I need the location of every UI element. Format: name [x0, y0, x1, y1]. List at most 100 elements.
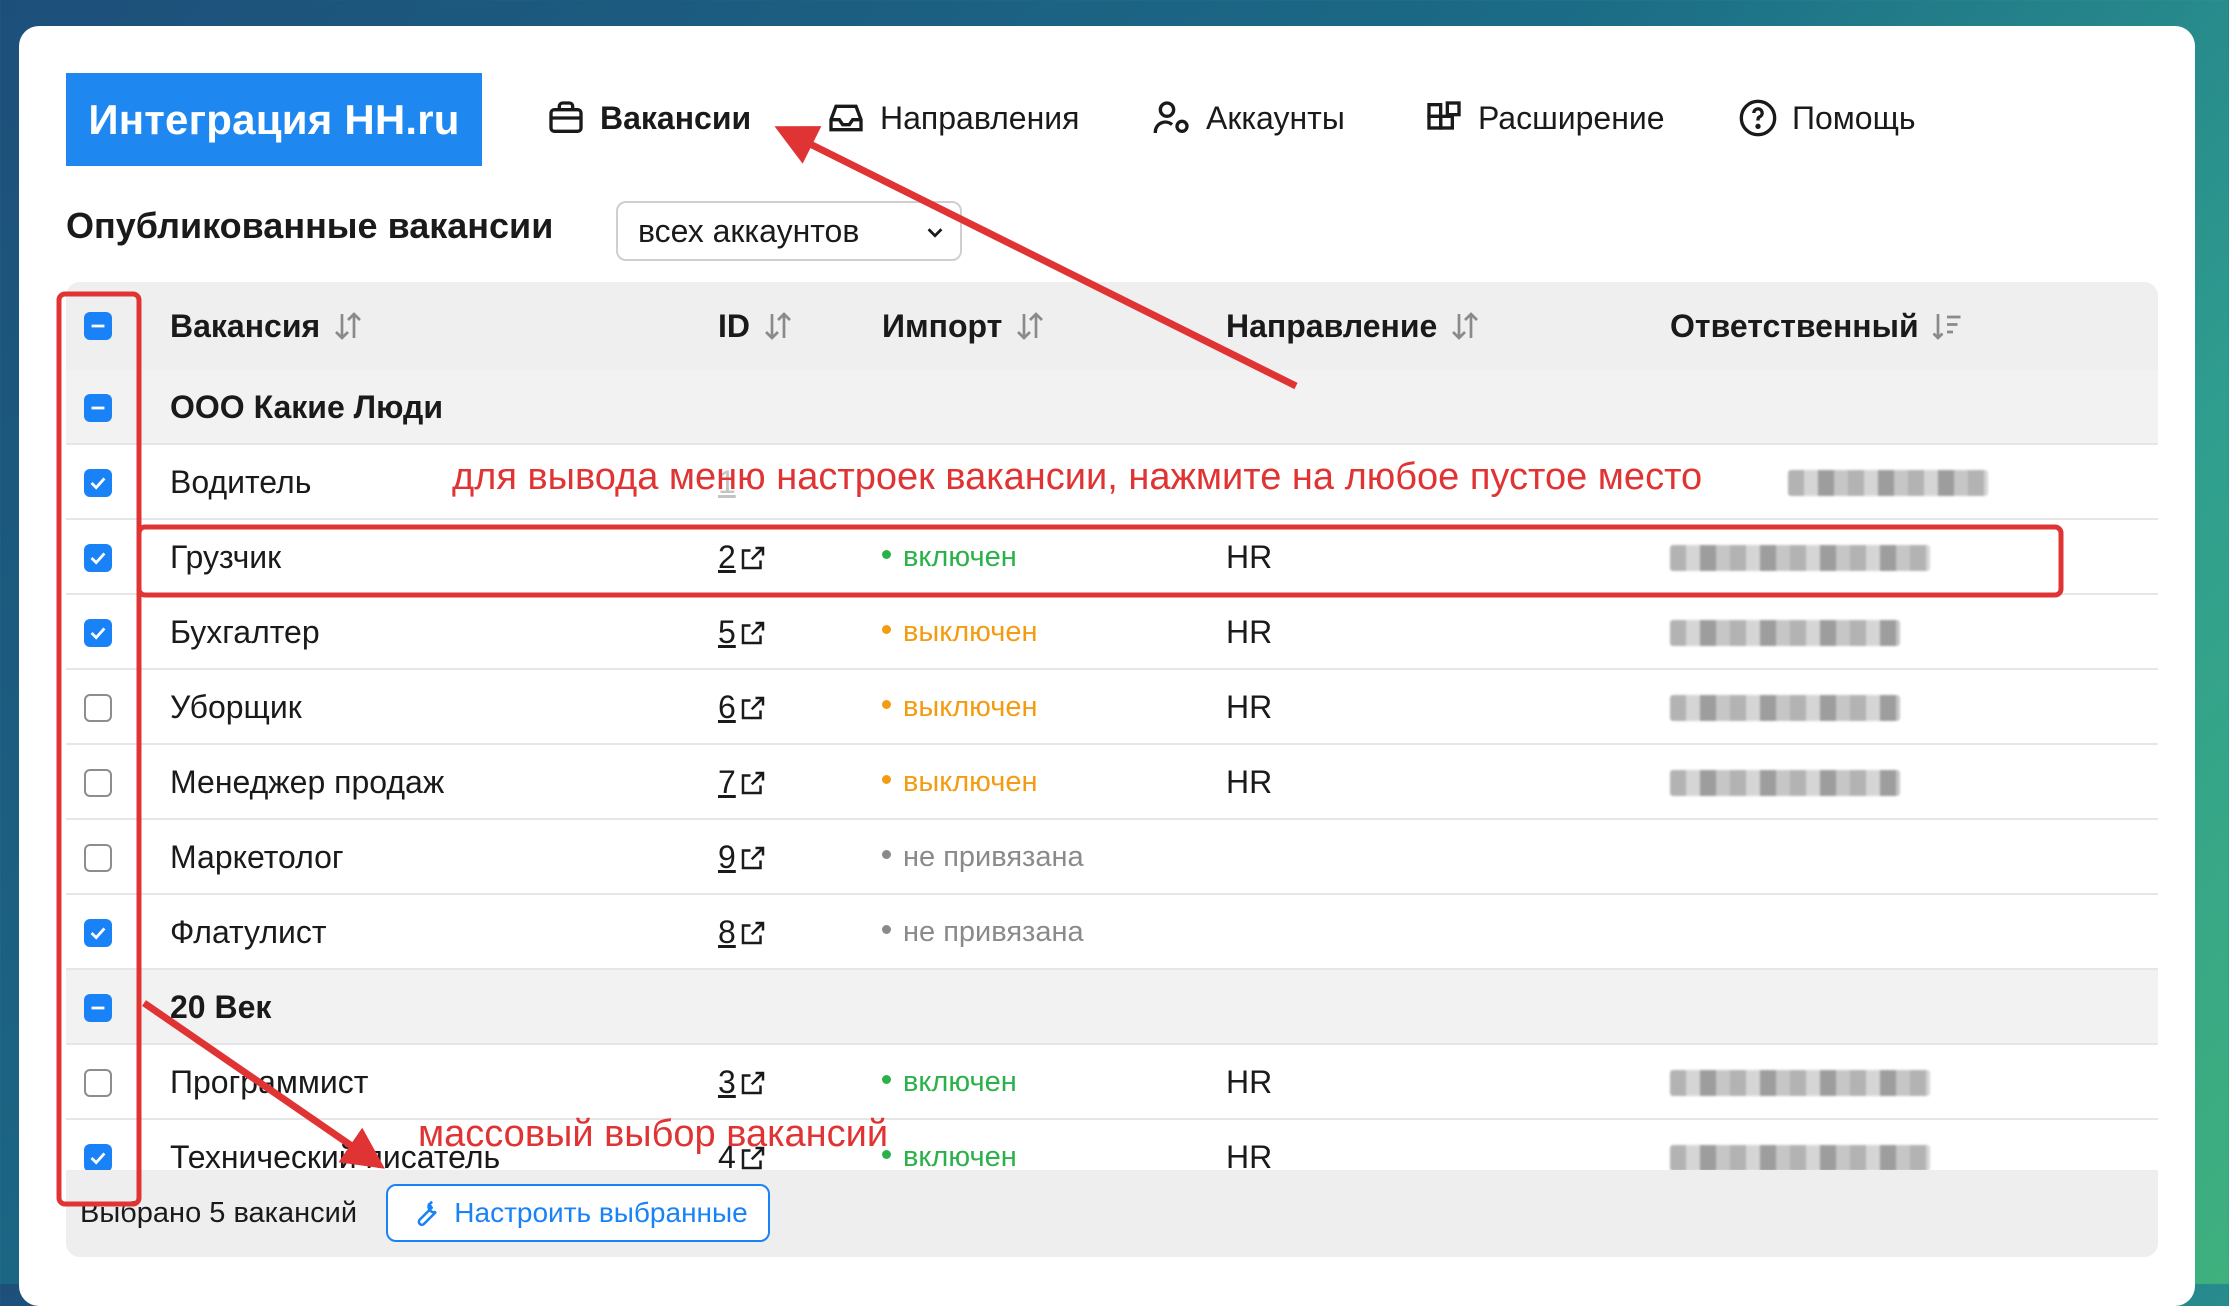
group-name: ООО Какие Люди: [170, 389, 443, 425]
responsible-redacted: [1670, 1070, 1930, 1096]
inbox-icon: [829, 104, 863, 132]
import-status: включен: [882, 1045, 1017, 1120]
vacancies-table: Вакансия ID Импорт Направление Ответстве…: [66, 282, 2158, 1257]
vacancy-id: 9: [718, 839, 736, 875]
row-checkbox[interactable]: [84, 694, 112, 722]
nav-vacancies[interactable]: Вакансии: [546, 88, 751, 148]
table-row[interactable]: Маркетолог 9 не привязана: [66, 820, 2158, 895]
column-header-id[interactable]: ID: [718, 282, 796, 370]
vacancy-id-link[interactable]: 2: [718, 520, 768, 595]
configure-selected-label: Настроить выбранные: [454, 1197, 748, 1228]
chevron-down-icon: [927, 228, 943, 238]
external-link-icon: [741, 696, 765, 719]
nav-accounts[interactable]: Аккаунты: [1152, 88, 1345, 148]
vacancy-id: 6: [718, 689, 736, 725]
check-icon: [90, 552, 106, 565]
vacancy-id-link[interactable]: 6: [718, 670, 768, 745]
page-title: Опубликованные вакансии: [66, 205, 554, 246]
row-checkbox[interactable]: [84, 1069, 112, 1097]
row-checkbox[interactable]: [84, 1144, 112, 1170]
vacancy-id: 5: [718, 614, 736, 650]
direction-value: HR: [1226, 614, 1273, 650]
configure-selected-button[interactable]: Настроить выбранные: [386, 1184, 770, 1242]
row-checkbox[interactable]: [84, 469, 112, 497]
sort-icon: [335, 312, 362, 340]
external-link-icon: [741, 546, 765, 569]
vacancy-id: 2: [718, 539, 736, 575]
row-checkbox[interactable]: [84, 919, 112, 947]
external-link-icon: [741, 621, 765, 644]
sort-desc-icon: [1932, 314, 1961, 340]
vacancy-name: Грузчик: [170, 539, 282, 575]
table-row[interactable]: Бухгалтер 5 выключен HR: [66, 595, 2158, 670]
direction-value: HR: [1226, 689, 1273, 725]
row-checkbox[interactable]: [84, 619, 112, 647]
responsible-redacted: [1670, 545, 1930, 571]
nav-directions[interactable]: Направления: [826, 88, 1079, 148]
vacancy-id: 3: [718, 1064, 736, 1100]
row-checkbox[interactable]: [84, 769, 112, 797]
vacancy-id-link[interactable]: 9: [718, 820, 768, 895]
nav-extension[interactable]: Расширение: [1424, 88, 1665, 148]
table-row[interactable]: Менеджер продаж 7 выключен HR: [66, 745, 2158, 820]
brand-logo[interactable]: Интеграция HH.ru: [66, 73, 482, 166]
table-header: Вакансия ID Импорт Направление Ответстве…: [66, 282, 2158, 370]
column-header-responsible[interactable]: Ответственный: [1670, 282, 1965, 370]
column-vacancy-label: Вакансия: [170, 307, 321, 344]
sort-icon: [1017, 312, 1044, 340]
import-status: не привязана: [882, 820, 1084, 895]
group-checkbox[interactable]: [84, 394, 112, 422]
group-row[interactable]: ООО Какие Люди: [66, 370, 2158, 445]
check-icon: [90, 477, 106, 490]
external-link-icon: [741, 846, 765, 869]
table-row[interactable]: Технический писатель 4 включен HR: [66, 1120, 2158, 1170]
vacancy-id-link[interactable]: 3: [718, 1045, 768, 1120]
column-id-label: ID: [718, 307, 750, 344]
column-responsible-label: Ответственный: [1670, 307, 1919, 344]
check-icon: [90, 927, 106, 940]
vacancy-name: Уборщик: [170, 689, 302, 725]
vacancy-name: Флатулист: [170, 914, 327, 950]
vacancy-name: Маркетолог: [170, 839, 344, 875]
minus-icon: [91, 406, 105, 410]
table-row[interactable]: Флатулист 8 не привязана: [66, 895, 2158, 970]
group-checkbox[interactable]: [84, 994, 112, 1022]
responsible-redacted: [1788, 470, 1988, 496]
vacancy-id-link[interactable]: 7: [718, 745, 768, 820]
direction-value: HR: [1226, 1139, 1273, 1170]
direction-value: HR: [1226, 764, 1273, 800]
column-header-vacancy[interactable]: Вакансия: [170, 282, 366, 370]
account-filter-select[interactable]: всех аккаунтов: [616, 201, 962, 261]
external-link-icon: [741, 921, 765, 944]
vacancy-id-link[interactable]: 5: [718, 595, 768, 670]
column-header-direction[interactable]: Направление: [1226, 282, 1483, 370]
minus-icon: [91, 1006, 105, 1010]
nav-vacancies-label: Вакансии: [600, 99, 752, 136]
bulk-select-annotation: массовый выбор вакансий: [418, 1113, 889, 1155]
direction-value: HR: [1226, 1064, 1273, 1100]
select-all-checkbox[interactable]: [84, 312, 112, 340]
table-row[interactable]: Программист 3 включен HR: [66, 1045, 2158, 1120]
table-row[interactable]: Уборщик 6 выключен HR: [66, 670, 2158, 745]
column-header-import[interactable]: Импорт: [882, 282, 1048, 370]
nav-directions-label: Направления: [880, 99, 1080, 136]
row-checkbox[interactable]: [84, 844, 112, 872]
table-row[interactable]: Грузчик 2 включен HR: [66, 520, 2158, 595]
nav-help-label: Помощь: [1792, 99, 1916, 136]
import-status: выключен: [882, 595, 1038, 670]
group-row[interactable]: 20 Век: [66, 970, 2158, 1045]
selection-footer: Выбрано 5 вакансий Настроить выбранные: [66, 1170, 2158, 1257]
nav-help[interactable]: Помощь: [1738, 88, 1916, 148]
check-icon: [90, 1152, 106, 1165]
nav-accounts-label: Аккаунты: [1206, 99, 1345, 136]
direction-value: HR: [1226, 539, 1273, 575]
briefcase-icon: [549, 101, 583, 133]
import-status: выключен: [882, 745, 1038, 820]
vacancy-name: Менеджер продаж: [170, 764, 445, 800]
nav-extension-label: Расширение: [1478, 99, 1665, 136]
account-filter-value: всех аккаунтов: [638, 212, 860, 249]
column-import-label: Импорт: [882, 307, 1003, 344]
row-checkbox[interactable]: [84, 544, 112, 572]
vacancy-id-link[interactable]: 8: [718, 895, 768, 970]
vacancy-name: Программист: [170, 1064, 369, 1100]
